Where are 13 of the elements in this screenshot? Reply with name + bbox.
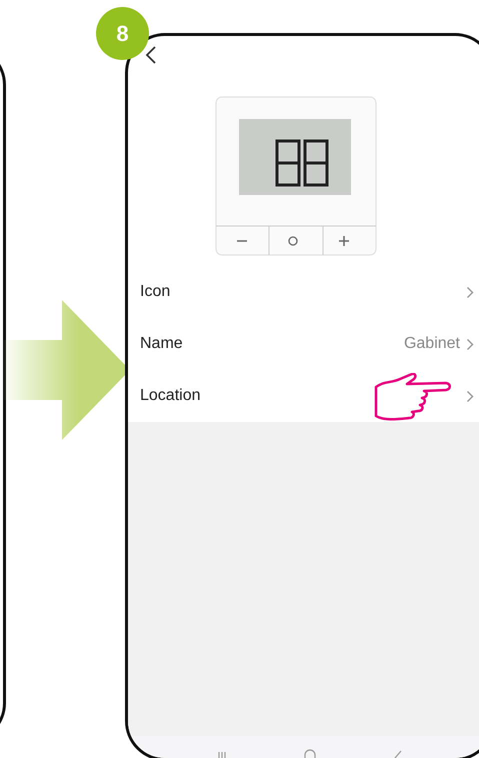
settings-row[interactable]: Name Gabinet (128, 318, 479, 370)
chevron-right-icon (466, 338, 474, 350)
back-icon[interactable] (145, 46, 157, 64)
row-label: Icon (140, 283, 172, 301)
home-icon[interactable] (303, 748, 317, 758)
row-label: Name (140, 335, 184, 353)
step-badge: 8 (96, 7, 149, 60)
chevron-right-icon (466, 286, 474, 298)
settings-row[interactable]: Location (128, 370, 479, 422)
settings-row[interactable]: Icon (128, 266, 479, 318)
row-label: Location (140, 387, 202, 405)
row-value: Gabinet (404, 335, 460, 353)
chevron-right-icon (466, 390, 474, 402)
